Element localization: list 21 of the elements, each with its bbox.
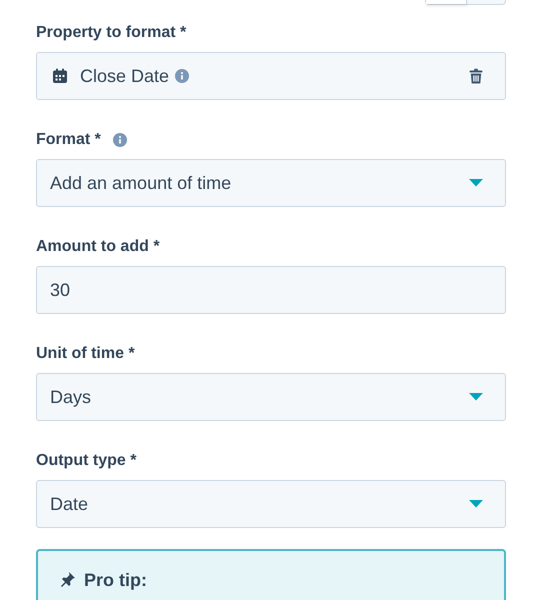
- field-label: Unit of time *: [36, 345, 135, 363]
- delete-icon[interactable]: [469, 68, 483, 84]
- dropdown-select[interactable]: Date: [36, 480, 506, 528]
- field-label: Property to format *: [36, 24, 186, 42]
- field-label: Amount to add *: [36, 238, 160, 256]
- input-field[interactable]: 30: [36, 266, 506, 314]
- dropdown-select[interactable]: Add an amount of time: [36, 159, 506, 207]
- field-label: Output type *: [36, 452, 136, 470]
- caret-icon: [469, 179, 483, 187]
- field-label: Format *: [36, 131, 101, 149]
- dropdown-select[interactable]: Days: [36, 373, 506, 421]
- info-icon[interactable]: [175, 69, 190, 83]
- tip-title: Pro tip:: [84, 571, 147, 589]
- toggle-control[interactable]: [425, 0, 506, 5]
- calendar-icon: [52, 68, 68, 84]
- info-icon[interactable]: [112, 133, 127, 147]
- pin-icon: [60, 571, 76, 587]
- caret-icon: [469, 393, 483, 401]
- property-field[interactable]: Close Date: [36, 52, 506, 100]
- caret-icon: [469, 500, 483, 508]
- property-name: Close Date: [80, 66, 170, 86]
